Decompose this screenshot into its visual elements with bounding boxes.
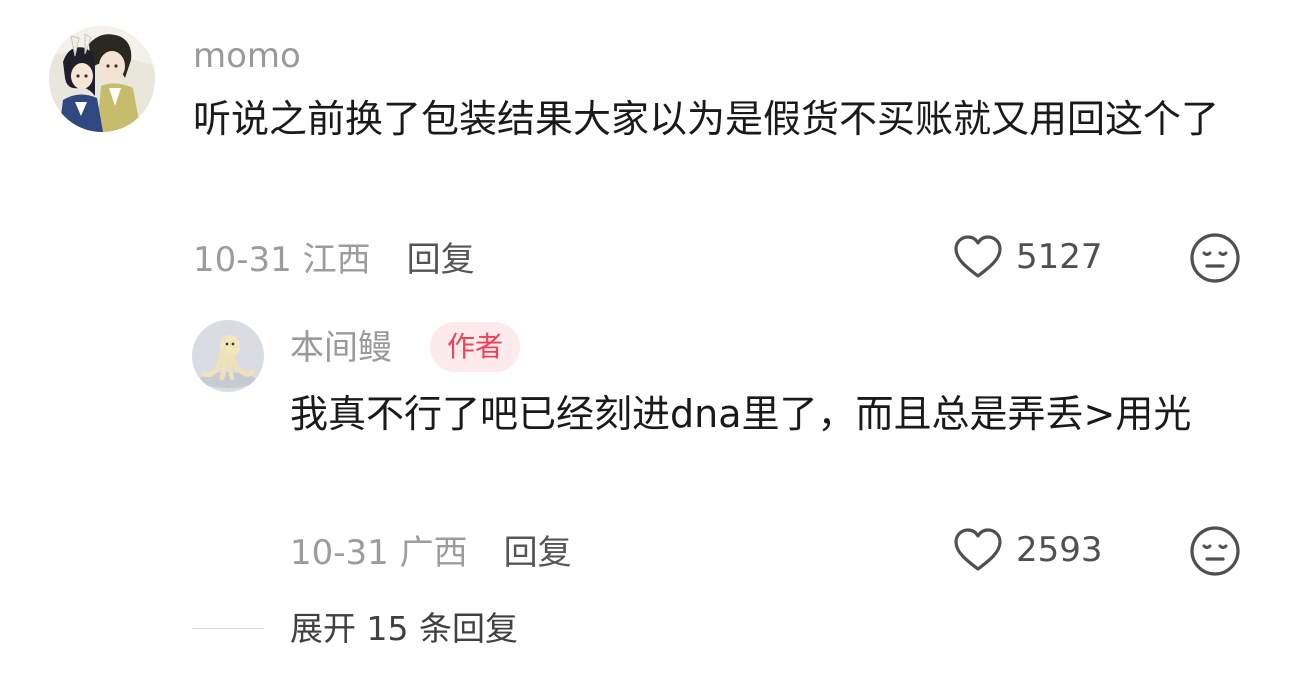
meh-face-icon <box>1190 233 1240 283</box>
username[interactable]: momo <box>193 36 301 76</box>
date-location: 10-31 广西 <box>290 532 468 573</box>
dislike-button[interactable] <box>1189 525 1241 577</box>
like-button[interactable]: 2593 <box>952 525 1103 575</box>
cream-figure-avatar-icon <box>192 320 264 392</box>
like-count: 2593 <box>1016 530 1103 570</box>
comment-text: 听说之前换了包装结果大家以为是假货不买账就又用回这个了 <box>193 97 1220 141</box>
comment-meta: 10-31 江西 回复 <box>193 232 475 281</box>
heart-outline-icon <box>954 235 1002 278</box>
meh-face-icon <box>1190 526 1240 576</box>
dislike-button[interactable] <box>1189 232 1241 284</box>
username[interactable]: 本间鳗 <box>290 328 392 368</box>
reply-text: 我真不行了吧已经刻进dna里了，而且总是弄丢>用光 <box>290 392 1192 436</box>
author-badge: 作者 <box>430 322 521 372</box>
reply-button[interactable]: 回复 <box>504 525 572 574</box>
avatar[interactable] <box>49 26 155 132</box>
heart-outline-icon <box>954 528 1002 571</box>
expand-replies-button[interactable]: 展开 15 条回复 <box>290 608 518 650</box>
reply-button[interactable]: 回复 <box>407 232 475 281</box>
expand-divider <box>192 628 264 629</box>
date-location: 10-31 江西 <box>193 239 371 280</box>
anime-couple-avatar-icon <box>49 26 155 132</box>
comment-thread: momo 听说之前换了包装结果大家以为是假货不买账就又用回这个了 10-31 江… <box>0 0 1290 692</box>
like-count: 5127 <box>1016 237 1103 277</box>
reply-meta: 10-31 广西 回复 <box>290 525 572 574</box>
like-button[interactable]: 5127 <box>952 232 1103 282</box>
avatar[interactable] <box>192 320 264 392</box>
